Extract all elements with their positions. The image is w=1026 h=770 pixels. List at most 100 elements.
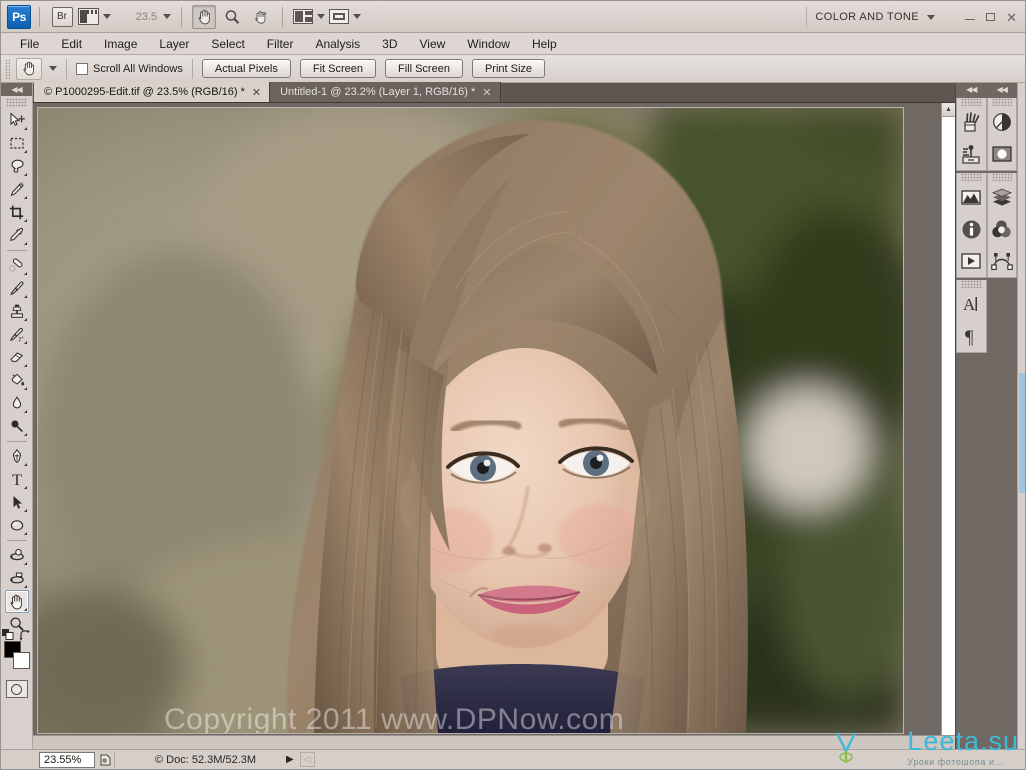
histogram-panel-button[interactable] [957,181,986,213]
lasso-tool-button[interactable] [5,155,29,178]
default-colors-icon[interactable] [1,629,14,640]
zoom-level-input[interactable]: 23.55% [39,751,95,768]
menu-edit[interactable]: Edit [50,35,93,53]
channels-panel-button[interactable] [988,213,1017,245]
panel-gripper[interactable] [961,98,982,106]
rectangular-marquee-tool-button[interactable] [5,132,29,155]
horizontal-type-tool-button[interactable]: T [5,468,29,491]
brush-presets-panel-button[interactable] [957,106,986,138]
eraser-tool-button[interactable] [5,346,29,369]
preview-icon[interactable] [95,751,115,768]
panel-gripper[interactable] [991,173,1012,181]
crop-tool-button[interactable] [5,201,29,224]
actual-pixels-button[interactable]: Actual Pixels [201,59,291,78]
menu-help[interactable]: Help [521,35,568,53]
menu-select[interactable]: Select [200,35,255,53]
dodge-tool-button[interactable] [5,415,29,438]
document-image[interactable]: Copyright 2011 www.DPNow.com [37,107,904,734]
document-area: © P1000295-Edit.tif @ 23.5% (RGB/16) * ✕… [33,82,955,749]
status-menu-arrow[interactable]: ▶ [286,754,294,765]
print-size-button[interactable]: Print Size [471,59,546,78]
scroll-up-button[interactable]: ▲ [942,103,955,117]
canvas-vertical-scrollbar[interactable]: ▲ [941,103,955,735]
menu-filter[interactable]: Filter [256,35,305,53]
3d-camera-rotate-tool-button[interactable] [5,567,29,590]
eyedropper-tool-button[interactable] [5,224,29,247]
info-panel-button[interactable] [957,213,986,245]
scroll-all-windows-checkbox[interactable] [76,62,88,75]
arrange-documents-button[interactable] [293,5,325,29]
hand-tool-button[interactable] [4,590,29,613]
menu-view[interactable]: View [408,35,456,53]
options-bar-gripper[interactable] [5,58,10,79]
paragraph-panel-button[interactable]: ¶ [957,320,986,352]
menu-file[interactable]: File [9,35,50,53]
scroll-track[interactable] [942,117,955,735]
dock-collapse-col1-button[interactable]: ◀◀ [956,83,987,96]
scroll-all-windows-option[interactable]: Scroll All Windows [76,62,183,75]
close-icon[interactable]: ✕ [252,86,261,99]
chevron-down-icon [353,14,361,19]
menu-window[interactable]: Window [456,35,521,53]
rotate-view-tool-button[interactable] [248,5,272,29]
adjustments-panel-button[interactable] [988,106,1017,138]
fill-screen-button[interactable]: Fill Screen [384,59,463,78]
close-icon[interactable]: ✕ [482,86,491,99]
panel-gripper[interactable] [991,98,1012,106]
scrollbar-thumb[interactable] [1019,373,1025,493]
actions-panel-button[interactable] [957,245,986,277]
screen-mode-button[interactable] [329,5,361,29]
canvas-viewport[interactable]: Copyright 2011 www.DPNow.com ▲ [33,103,955,735]
window-scrollbar[interactable] [1017,83,1025,749]
tools-panel-gripper[interactable] [6,98,27,107]
panel-gripper[interactable] [961,173,982,181]
pen-tool-button[interactable] [5,445,29,468]
character-panel-button[interactable]: A [957,288,986,320]
paths-panel-button[interactable] [988,245,1017,277]
workspace-switcher[interactable]: COLOR AND TONE [815,1,935,33]
tool-preset-chevron-down-icon[interactable] [49,66,57,71]
status-extra-button[interactable]: ◁ [299,752,315,767]
bridge-icon: Br [51,6,73,27]
minimize-button[interactable] [965,19,976,20]
close-button[interactable]: ✕ [1006,11,1017,24]
menu-layer[interactable]: Layer [148,35,200,53]
spot-healing-brush-tool-button[interactable] [5,254,29,277]
mini-bridge-panel-button[interactable] [957,138,986,170]
view-extras-button[interactable]: 23.5 [115,5,171,29]
dock-collapse-col2-button[interactable]: ◀◀ [987,83,1018,96]
layers-panel-button[interactable] [988,181,1017,213]
blur-tool-button[interactable] [5,392,29,415]
zoom-tool-button[interactable] [220,5,244,29]
path-selection-tool-button[interactable] [5,491,29,514]
launch-mini-bridge-button[interactable] [78,5,111,29]
history-brush-tool-button[interactable] [5,323,29,346]
move-tool-button[interactable] [5,109,29,132]
brush-tool-button[interactable] [5,277,29,300]
background-color-swatch[interactable] [12,652,30,669]
document-tab-untitled-1[interactable]: Untitled-1 @ 23.2% (Layer 1, RGB/16) * ✕ [270,82,501,102]
quick-selection-tool-button[interactable] [5,178,29,201]
current-tool-preset-button[interactable] [16,57,42,80]
menu-3d[interactable]: 3D [371,35,408,53]
menu-analysis[interactable]: Analysis [304,35,371,53]
canvas-horizontal-scrollbar[interactable] [33,735,955,749]
menu-bar: File Edit Image Layer Select Filter Anal… [1,33,1025,55]
menu-image[interactable]: Image [93,35,148,53]
quick-mask-button[interactable] [5,680,28,698]
paint-bucket-tool-button[interactable] [5,369,29,392]
launch-bridge-button[interactable]: Br [50,5,74,29]
swap-colors-icon[interactable] [19,630,31,641]
clone-stamp-tool-button[interactable] [5,300,29,323]
dock-column-1: A ¶ [956,96,987,353]
panel-gripper[interactable] [961,280,982,288]
3d-object-rotate-tool-button[interactable] [5,544,29,567]
hand-tool-button[interactable] [192,4,216,29]
ellipse-shape-tool-button[interactable] [5,514,29,537]
tools-collapse-button[interactable]: ◀◀ [1,83,32,96]
masks-panel-button[interactable] [988,138,1017,170]
document-tab-p1000295[interactable]: © P1000295-Edit.tif @ 23.5% (RGB/16) * ✕ [34,82,271,102]
fit-screen-button[interactable]: Fit Screen [299,59,376,78]
maximize-button[interactable] [986,13,996,21]
screen-mode-icon [329,9,349,24]
